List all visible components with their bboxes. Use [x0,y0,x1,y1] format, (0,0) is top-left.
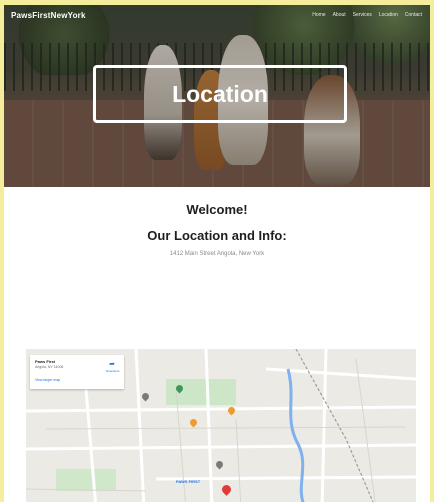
site-logo[interactable]: PawsFirstNewYork [11,11,86,20]
address-text: 1412 Main Street Angola, New York [169,251,265,257]
hero-title-frame: Location [93,65,347,123]
place-name: Paws First [35,359,56,364]
hero-banner: PawsFirstNewYork Home About Services Loc… [4,5,430,187]
nav-item-location[interactable]: Location [379,12,398,18]
nav-item-contact[interactable]: Contact [405,12,422,18]
place-address: Angola, NY 14006 [35,365,64,369]
map-marker-label: PAWS FIRST [176,479,201,484]
top-nav: Home About Services Location Contact [312,12,422,18]
nav-item-services[interactable]: Services [353,12,372,18]
location-heading: Our Location and Info: [147,228,287,243]
directions-label: Directions [106,369,120,373]
directions-icon: ➦ [109,361,115,368]
page: PawsFirstNewYork Home About Services Loc… [4,5,430,502]
embedded-map[interactable]: PAWS FIRST Paws First Angola, NY 14006 V… [26,349,416,502]
page-title: Location [172,80,268,107]
directions-button[interactable]: ➦ Directions [106,361,120,375]
view-larger-map-link[interactable]: View larger map [35,378,60,382]
nav-item-home[interactable]: Home [312,12,325,18]
welcome-text: Welcome! [186,202,248,217]
map-place-card: Paws First Angola, NY 14006 View larger … [30,355,124,389]
nav-item-about[interactable]: About [333,12,346,18]
